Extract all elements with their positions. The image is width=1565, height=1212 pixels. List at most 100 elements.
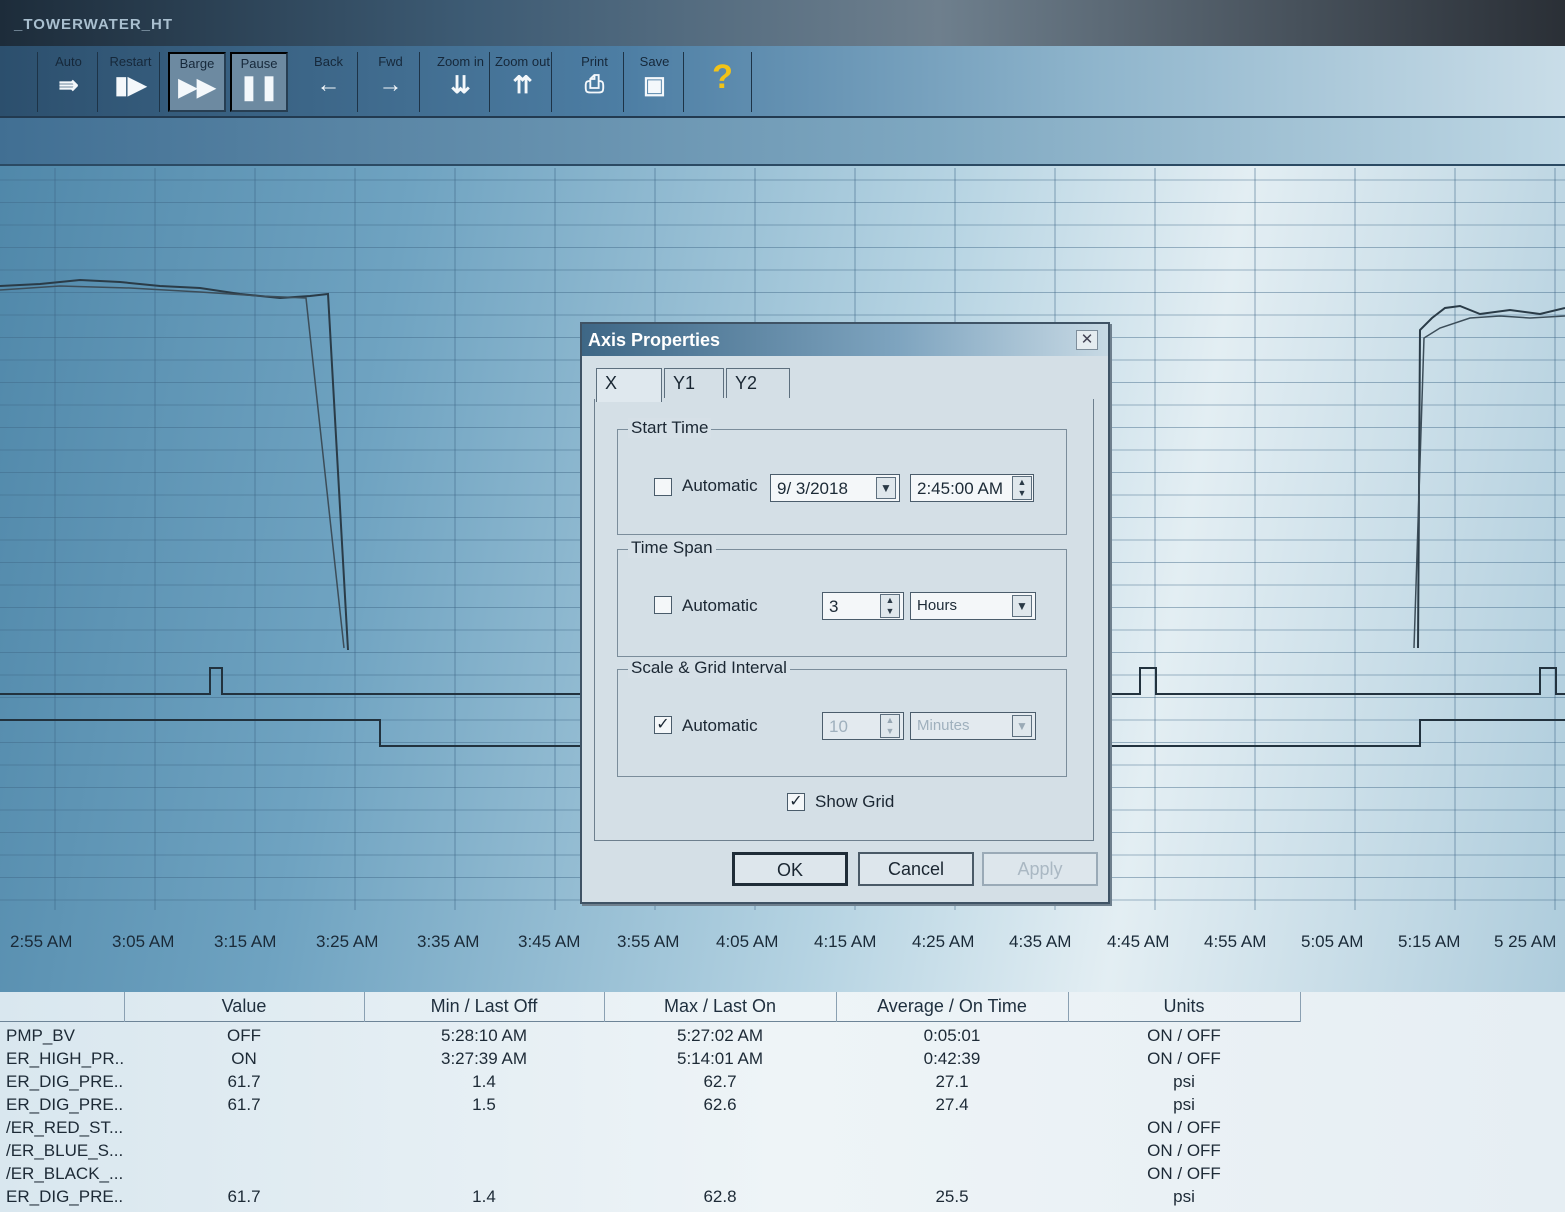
- table-row[interactable]: /ER_RED_ST... ON / OFF: [0, 1118, 1300, 1141]
- scale-grid-group-label: Scale & Grid Interval: [628, 658, 790, 678]
- pause-button[interactable]: Pause ❚❚: [230, 52, 288, 112]
- barge-button[interactable]: Barge ▶▶: [168, 52, 226, 112]
- restart-button-label: Restart: [109, 54, 152, 69]
- table-row[interactable]: PMP_BV OFF 5:28:10 AM 5:27:02 AM 0:05:01 ON /…: [0, 1026, 1300, 1049]
- scale-interval-unit-value: Minutes: [917, 717, 970, 734]
- table-cell-min: 1.4: [472, 1072, 496, 1091]
- forward-button[interactable]: Fwd →: [362, 52, 420, 112]
- help-icon: ?: [712, 58, 733, 96]
- column-header-average[interactable]: Average / On Time: [836, 996, 1068, 1017]
- dialog-title: Axis Properties: [588, 330, 721, 350]
- barge-button-label: Barge: [179, 56, 215, 71]
- start-time-group-label: Start Time: [628, 418, 712, 438]
- tab-y2[interactable]: Y2: [726, 368, 790, 398]
- x-tick-label: 5:15 AM: [1398, 932, 1461, 951]
- table-cell-units: psi: [1173, 1187, 1195, 1206]
- chevron-down-icon[interactable]: ▼: [876, 477, 896, 499]
- x-tick-label: 4:35 AM: [1009, 932, 1072, 951]
- table-cell-name: /ER_BLACK_...: [6, 1164, 124, 1183]
- zoom-out-button[interactable]: Zoom out ⇈: [494, 52, 552, 112]
- column-header-value[interactable]: Value: [124, 996, 364, 1017]
- show-grid-checkbox[interactable]: ✓: [787, 793, 805, 811]
- start-time-automatic-checkbox[interactable]: [654, 478, 672, 496]
- table-cell-min: 3:27:39 AM: [440, 1049, 527, 1068]
- pressure-trace-4: [1413, 315, 1565, 649]
- save-button-label: Save: [639, 54, 670, 69]
- print-button[interactable]: Print ⎙: [566, 52, 624, 112]
- close-icon[interactable]: ✕: [1076, 330, 1098, 350]
- table-cell-name: /ER_RED_ST...: [6, 1118, 124, 1137]
- table-cell-value: OFF: [227, 1026, 261, 1045]
- pause-icon: ❚❚: [238, 74, 280, 101]
- table-row[interactable]: /ER_BLUE_S... ON / OFF: [0, 1141, 1300, 1164]
- table-cell-units: ON / OFF: [1147, 1141, 1221, 1160]
- cancel-button[interactable]: Cancel: [858, 852, 974, 886]
- table-cell-avg: 27.1: [935, 1072, 969, 1091]
- table-row[interactable]: /ER_BLACK_... ON / OFF: [0, 1164, 1300, 1187]
- table-cell-value: 61.7: [227, 1072, 261, 1091]
- start-time-value: 2:45:00 AM: [917, 479, 1004, 498]
- pressure-trace-3: [1417, 304, 1565, 649]
- zoom-in-icon: ⇊: [450, 72, 471, 99]
- table-cell-max: 62.6: [703, 1095, 737, 1114]
- axis-properties-dialog: Axis Properties ✕ X Y1 Y2 Start Time Aut…: [580, 322, 1110, 904]
- time-span-automatic-checkbox[interactable]: [654, 596, 672, 614]
- tab-x[interactable]: X: [596, 368, 662, 402]
- pressure-trace-2: [0, 285, 345, 649]
- x-axis-labels: 2:55 AM 3:05 AM 3:15 AM 3:25 AM 3:35 AM …: [0, 920, 1565, 980]
- table-row[interactable]: ER_DIG_PRE... 61.7 1.5 62.6 27.4 psi: [0, 1095, 1300, 1118]
- table-cell-min: 1.5: [472, 1095, 496, 1114]
- table-cell-avg: 0:42:39: [923, 1049, 981, 1068]
- chevron-down-icon[interactable]: ▼: [1012, 595, 1032, 617]
- back-button[interactable]: Back ←: [300, 52, 358, 112]
- toolbar-overflow-button[interactable]: [0, 52, 38, 112]
- help-button[interactable]: ?: [694, 52, 752, 112]
- time-span-unit-value: Hours: [917, 597, 958, 614]
- start-time-spinner[interactable]: ▲ ▼: [1012, 476, 1032, 500]
- ok-button[interactable]: OK: [732, 852, 848, 886]
- window-title-bar: _TOWERWATER_HT: [0, 0, 1565, 46]
- pressure-trace-1: [0, 278, 349, 651]
- zoom-in-button[interactable]: Zoom in ⇊: [432, 52, 490, 112]
- fast-forward-icon: ▶▶: [178, 74, 216, 101]
- table-cell-avg: 25.5: [935, 1187, 969, 1206]
- table-cell-name: PMP_BV: [6, 1026, 75, 1045]
- save-button[interactable]: Save ▣: [626, 52, 684, 112]
- x-tick-label: 4:55 AM: [1204, 932, 1267, 951]
- table-cell-name: ER_HIGH_PR...: [6, 1049, 124, 1068]
- scale-grid-group: Scale & Grid Interval ✓ Automatic 10 ▲ ▼ …: [617, 658, 1067, 777]
- time-span-automatic-label: Automatic: [682, 596, 758, 615]
- x-tick-label: 2:55 AM: [10, 932, 73, 951]
- table-cell-max: 5:27:02 AM: [676, 1026, 763, 1045]
- table-cell-name: /ER_BLUE_S...: [6, 1141, 124, 1160]
- table-cell-value: 61.7: [227, 1187, 261, 1206]
- column-header-units[interactable]: Units: [1068, 996, 1300, 1017]
- table-cell-name: ER_DIG_PRE...: [6, 1072, 124, 1091]
- table-row[interactable]: ER_DIG_PRE... 61.7 1.4 62.7 27.1 psi: [0, 1072, 1300, 1095]
- table-cell-units: ON / OFF: [1147, 1026, 1221, 1045]
- restart-icon: ▮▶: [114, 72, 147, 99]
- start-time-group: Start Time Automatic 9/ 3/2018 ▼ 2:45:00…: [617, 418, 1067, 535]
- table-cell-units: ON / OFF: [1147, 1049, 1221, 1068]
- time-span-spinner[interactable]: ▲ ▼: [880, 594, 900, 618]
- arrow-right-icon: →: [378, 71, 403, 98]
- column-header-max[interactable]: Max / Last On: [604, 996, 836, 1017]
- scale-grid-automatic-checkbox[interactable]: ✓: [654, 716, 672, 734]
- restart-button[interactable]: Restart ▮▶: [102, 52, 160, 112]
- zoom-out-icon: ⇈: [512, 72, 533, 99]
- table-cell-max: 62.8: [703, 1187, 737, 1206]
- x-tick-label: 4:05 AM: [716, 932, 779, 951]
- table-row[interactable]: ER_DIG_PRE... 61.7 1.4 62.8 25.5 psi: [0, 1187, 1300, 1210]
- column-header-min[interactable]: Min / Last Off: [364, 996, 604, 1017]
- tab-y1[interactable]: Y1: [664, 368, 724, 398]
- table-cell-name: ER_DIG_PRE...: [6, 1095, 124, 1114]
- table-cell-units: ON / OFF: [1147, 1118, 1221, 1137]
- dialog-title-bar[interactable]: Axis Properties ✕: [582, 324, 1108, 356]
- auto-button[interactable]: Auto ⇛: [40, 52, 98, 112]
- arrow-left-icon: ←: [316, 71, 341, 98]
- back-button-label: Back: [314, 54, 343, 69]
- x-tick-label: 3:25 AM: [316, 932, 379, 951]
- table-row[interactable]: ER_HIGH_PR... ON 3:27:39 AM 5:14:01 AM 0:42:…: [0, 1049, 1300, 1072]
- table-cell-max: 5:14:01 AM: [676, 1049, 763, 1068]
- table-cell-max: 62.7: [703, 1072, 737, 1091]
